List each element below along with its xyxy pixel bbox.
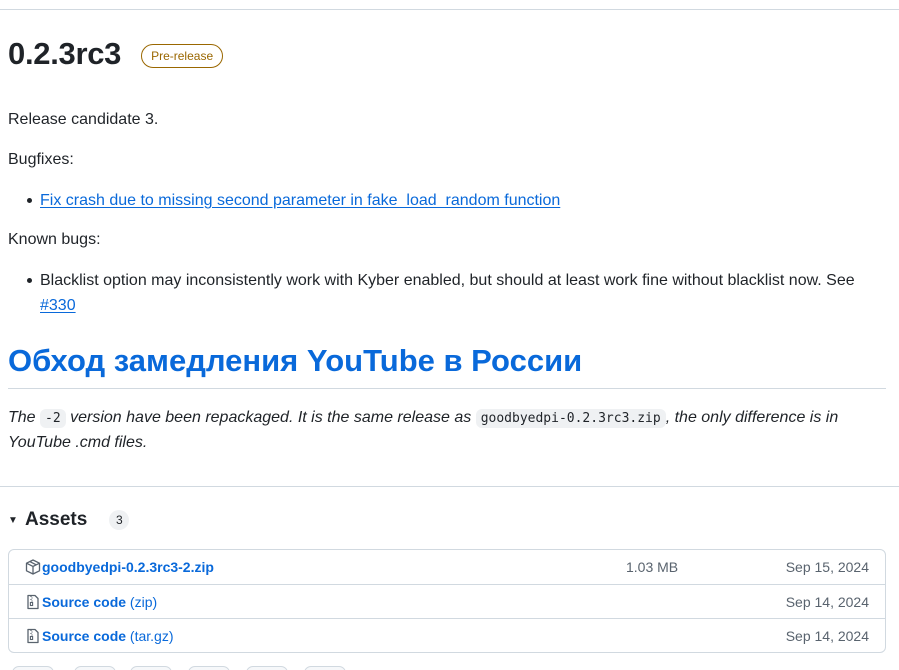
- known-bugs-heading: Known bugs:: [8, 231, 101, 248]
- list-item: Fix crash due to missing second paramete…: [8, 188, 878, 213]
- reaction-button[interactable]: [188, 666, 230, 670]
- prerelease-badge: Pre-release: [141, 44, 224, 68]
- asset-row: Source code (tar.gz) Sep 14, 2024: [9, 618, 885, 652]
- assets-divider: [0, 486, 899, 487]
- release-header: 0.2.3rc3 Pre-release: [8, 34, 224, 74]
- asset-link[interactable]: goodbyedpi-0.2.3rc3-2.zip: [42, 559, 214, 575]
- asset-name: goodbyedpi-0.2.3rc3-2.zip: [42, 559, 214, 575]
- reaction-button[interactable]: [12, 666, 54, 670]
- asset-size: 1.03 MB: [626, 559, 679, 575]
- reaction-button[interactable]: [130, 666, 172, 670]
- asset-name: Source code: [42, 593, 127, 610]
- asset-link[interactable]: Source code (zip): [42, 594, 157, 610]
- asset-date: Sep 15, 2024: [785, 559, 869, 575]
- release-title[interactable]: 0.2.3rc3: [8, 34, 121, 74]
- top-divider: [0, 9, 899, 10]
- caret-down-icon: ▼: [8, 514, 18, 526]
- bugfixes-heading: Bugfixes:: [8, 151, 74, 168]
- assets-list: goodbyedpi-0.2.3rc3-2.zip 1.03 MB Sep 15…: [8, 549, 886, 653]
- asset-row: Source code (zip) Sep 14, 2024: [9, 584, 885, 618]
- asset-format: (tar.gz): [126, 627, 174, 644]
- known-bug-text: Blacklist option may inconsistently work…: [40, 272, 855, 289]
- section-heading: Обход замедления YouTube в России: [8, 343, 583, 378]
- asset-date: Sep 14, 2024: [785, 593, 869, 610]
- inline-code: -2: [40, 409, 66, 428]
- file-zip-icon: [27, 594, 39, 610]
- release-intro: Release candidate 3.: [8, 111, 159, 128]
- issue-link[interactable]: #330: [40, 297, 76, 314]
- asset-row: goodbyedpi-0.2.3rc3-2.zip 1.03 MB Sep 15…: [9, 550, 885, 584]
- file-zip-icon: [27, 628, 39, 644]
- list-item: Blacklist option may inconsistently work…: [8, 268, 878, 318]
- reaction-button[interactable]: [74, 666, 116, 670]
- repackaged-note: The -2 version have been repackaged. It …: [8, 406, 886, 455]
- heading-divider: [8, 388, 886, 389]
- known-bugs-list: Blacklist option may inconsistently work…: [8, 268, 878, 318]
- assets-toggle[interactable]: ▼ Assets 3: [8, 506, 130, 534]
- asset-format: (zip): [126, 593, 158, 610]
- reaction-button[interactable]: [304, 666, 346, 670]
- bugfix-list: Fix crash due to missing second paramete…: [8, 188, 878, 213]
- asset-name: Source code: [42, 627, 127, 644]
- note-text: version have been repackaged. It is the …: [65, 409, 476, 426]
- assets-count-badge: 3: [109, 510, 130, 530]
- assets-title: Assets: [25, 509, 88, 530]
- inline-code: goodbyedpi-0.2.3rc3.zip: [475, 409, 666, 428]
- note-text: The: [8, 409, 41, 426]
- asset-date: Sep 14, 2024: [785, 627, 869, 644]
- asset-link[interactable]: Source code (tar.gz): [42, 628, 174, 644]
- reaction-button[interactable]: [246, 666, 288, 670]
- bugfix-link[interactable]: Fix crash due to missing second paramete…: [40, 192, 560, 209]
- package-icon: [25, 559, 41, 575]
